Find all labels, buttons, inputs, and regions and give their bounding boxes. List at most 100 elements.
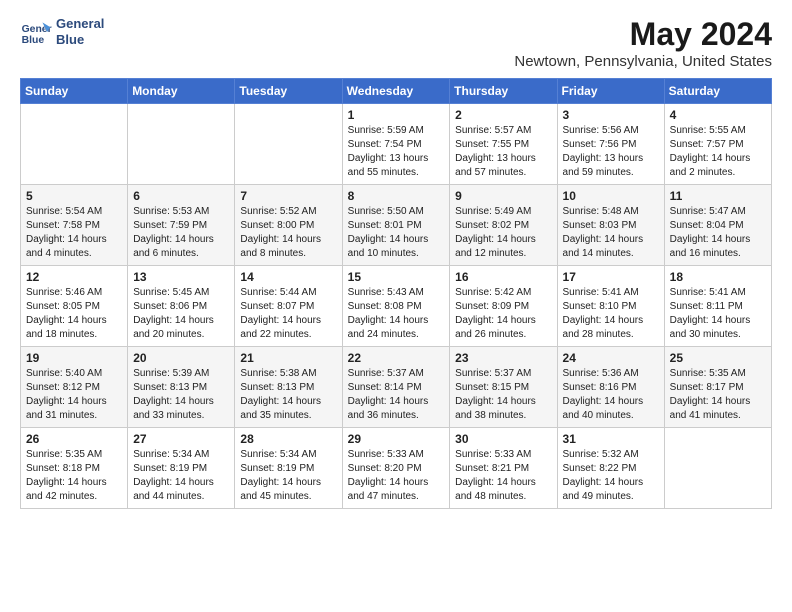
day-number: 17 [563,270,659,284]
logo-icon: General Blue [20,16,52,48]
calendar-day-31: 31 Sunrise: 5:32 AM Sunset: 8:22 PM Dayli… [557,428,664,509]
calendar-week-0: 1Sunrise: 5:59 AM Sunset: 7:54 PM Daylig… [21,104,772,185]
calendar-day-8: 8 Sunrise: 5:50 AM Sunset: 8:01 PM Daylig… [342,185,450,266]
calendar-day-26: 26 Sunrise: 5:35 AM Sunset: 8:18 PM Dayli… [21,428,128,509]
day-number: 22 [348,351,445,365]
calendar-day-6: 6Sunrise: 5:53 AM Sunset: 7:59 PM Daylig… [128,185,235,266]
main-title: May 2024 [514,16,772,53]
calendar-day-10: 10 Sunrise: 5:48 AM Sunset: 8:03 PM Dayli… [557,185,664,266]
calendar-day-20: 20Sunrise: 5:39 AM Sunset: 8:13 PM Dayli… [128,347,235,428]
day-number: 31 [563,432,659,446]
day-info: Sunrise: 5:42 AM Sunset: 8:09 PM Dayligh… [455,286,551,342]
subtitle: Newtown, Pennsylvania, United States [514,53,772,70]
day-number: 7 [240,189,336,203]
day-info: Sunrise: 5:43 AM Sunset: 8:08 PM Dayligh… [348,286,445,342]
calendar-day-1: 1Sunrise: 5:59 AM Sunset: 7:54 PM Daylig… [342,104,450,185]
weekday-header-wednesday: Wednesday [342,79,450,104]
day-info: Sunrise: 5:54 AM Sunset: 7:58 PM Dayligh… [26,205,122,261]
day-number: 8 [348,189,445,203]
calendar-day-16: 16 Sunrise: 5:42 AM Sunset: 8:09 PM Dayli… [450,266,557,347]
logo-text: General Blue [56,16,104,47]
day-number: 12 [26,270,122,284]
calendar-day-21: 21Sunrise: 5:38 AM Sunset: 8:13 PM Dayli… [235,347,342,428]
day-info: Sunrise: 5:41 AM Sunset: 8:10 PM Dayligh… [563,286,659,342]
day-number: 1 [348,108,445,122]
day-number: 30 [455,432,551,446]
calendar-day-28: 28Sunrise: 5:34 AM Sunset: 8:19 PM Dayli… [235,428,342,509]
weekday-header-row: SundayMondayTuesdayWednesdayThursdayFrid… [21,79,772,104]
day-info: Sunrise: 5:49 AM Sunset: 8:02 PM Dayligh… [455,205,551,261]
day-number: 10 [563,189,659,203]
day-number: 19 [26,351,122,365]
day-number: 9 [455,189,551,203]
day-info: Sunrise: 5:45 AM Sunset: 8:06 PM Dayligh… [133,286,229,342]
calendar-day-12: 12 Sunrise: 5:46 AM Sunset: 8:05 PM Dayli… [21,266,128,347]
calendar-empty [128,104,235,185]
day-info: Sunrise: 5:36 AM Sunset: 8:16 PM Dayligh… [563,367,659,423]
day-info: Sunrise: 5:46 AM Sunset: 8:05 PM Dayligh… [26,286,122,342]
day-number: 29 [348,432,445,446]
logo: General Blue General Blue [20,16,104,48]
day-number: 2 [455,108,551,122]
weekday-header-saturday: Saturday [664,79,771,104]
calendar-day-14: 14 Sunrise: 5:44 AM Sunset: 8:07 PM Dayli… [235,266,342,347]
day-info: Sunrise: 5:57 AM Sunset: 7:55 PM Dayligh… [455,124,551,180]
calendar-week-3: 19 Sunrise: 5:40 AM Sunset: 8:12 PM Dayli… [21,347,772,428]
calendar-day-15: 15Sunrise: 5:43 AM Sunset: 8:08 PM Dayli… [342,266,450,347]
day-info: Sunrise: 5:38 AM Sunset: 8:13 PM Dayligh… [240,367,336,423]
day-info: Sunrise: 5:32 AM Sunset: 8:22 PM Dayligh… [563,448,659,504]
calendar-day-29: 29 Sunrise: 5:33 AM Sunset: 8:20 PM Dayli… [342,428,450,509]
calendar-day-5: 5 Sunrise: 5:54 AM Sunset: 7:58 PM Daylig… [21,185,128,266]
day-number: 3 [563,108,659,122]
calendar-table: SundayMondayTuesdayWednesdayThursdayFrid… [20,78,772,509]
logo-line1: General [56,16,104,32]
day-number: 23 [455,351,551,365]
title-block: May 2024 Newtown, Pennsylvania, United S… [514,16,772,70]
calendar-day-19: 19 Sunrise: 5:40 AM Sunset: 8:12 PM Dayli… [21,347,128,428]
day-number: 18 [670,270,766,284]
day-number: 6 [133,189,229,203]
day-info: Sunrise: 5:35 AM Sunset: 8:18 PM Dayligh… [26,448,122,504]
day-number: 26 [26,432,122,446]
day-number: 4 [670,108,766,122]
day-number: 28 [240,432,336,446]
day-number: 5 [26,189,122,203]
logo-line2: Blue [56,32,104,48]
calendar-day-13: 13 Sunrise: 5:45 AM Sunset: 8:06 PM Dayli… [128,266,235,347]
day-number: 14 [240,270,336,284]
calendar-day-7: 7Sunrise: 5:52 AM Sunset: 8:00 PM Daylig… [235,185,342,266]
calendar-day-17: 17 Sunrise: 5:41 AM Sunset: 8:10 PM Dayli… [557,266,664,347]
day-number: 25 [670,351,766,365]
day-info: Sunrise: 5:40 AM Sunset: 8:12 PM Dayligh… [26,367,122,423]
day-info: Sunrise: 5:35 AM Sunset: 8:17 PM Dayligh… [670,367,766,423]
calendar-day-23: 23Sunrise: 5:37 AM Sunset: 8:15 PM Dayli… [450,347,557,428]
weekday-header-thursday: Thursday [450,79,557,104]
day-info: Sunrise: 5:48 AM Sunset: 8:03 PM Dayligh… [563,205,659,261]
page-header: General Blue General Blue May 2024 Newto… [20,16,772,70]
calendar-day-27: 27 Sunrise: 5:34 AM Sunset: 8:19 PM Dayli… [128,428,235,509]
day-info: Sunrise: 5:33 AM Sunset: 8:21 PM Dayligh… [455,448,551,504]
day-number: 11 [670,189,766,203]
calendar-week-2: 12 Sunrise: 5:46 AM Sunset: 8:05 PM Dayli… [21,266,772,347]
day-info: Sunrise: 5:34 AM Sunset: 8:19 PM Dayligh… [133,448,229,504]
weekday-header-sunday: Sunday [21,79,128,104]
calendar-day-3: 3Sunrise: 5:56 AM Sunset: 7:56 PM Daylig… [557,104,664,185]
day-info: Sunrise: 5:44 AM Sunset: 8:07 PM Dayligh… [240,286,336,342]
calendar-day-4: 4Sunrise: 5:55 AM Sunset: 7:57 PM Daylig… [664,104,771,185]
weekday-header-monday: Monday [128,79,235,104]
day-number: 16 [455,270,551,284]
weekday-header-friday: Friday [557,79,664,104]
day-info: Sunrise: 5:33 AM Sunset: 8:20 PM Dayligh… [348,448,445,504]
day-info: Sunrise: 5:39 AM Sunset: 8:13 PM Dayligh… [133,367,229,423]
day-number: 13 [133,270,229,284]
calendar-day-24: 24Sunrise: 5:36 AM Sunset: 8:16 PM Dayli… [557,347,664,428]
day-info: Sunrise: 5:50 AM Sunset: 8:01 PM Dayligh… [348,205,445,261]
weekday-header-tuesday: Tuesday [235,79,342,104]
day-info: Sunrise: 5:37 AM Sunset: 8:14 PM Dayligh… [348,367,445,423]
calendar-day-18: 18Sunrise: 5:41 AM Sunset: 8:11 PM Dayli… [664,266,771,347]
calendar-empty [21,104,128,185]
day-number: 27 [133,432,229,446]
day-info: Sunrise: 5:47 AM Sunset: 8:04 PM Dayligh… [670,205,766,261]
calendar-day-30: 30 Sunrise: 5:33 AM Sunset: 8:21 PM Dayli… [450,428,557,509]
calendar-day-11: 11 Sunrise: 5:47 AM Sunset: 8:04 PM Dayli… [664,185,771,266]
